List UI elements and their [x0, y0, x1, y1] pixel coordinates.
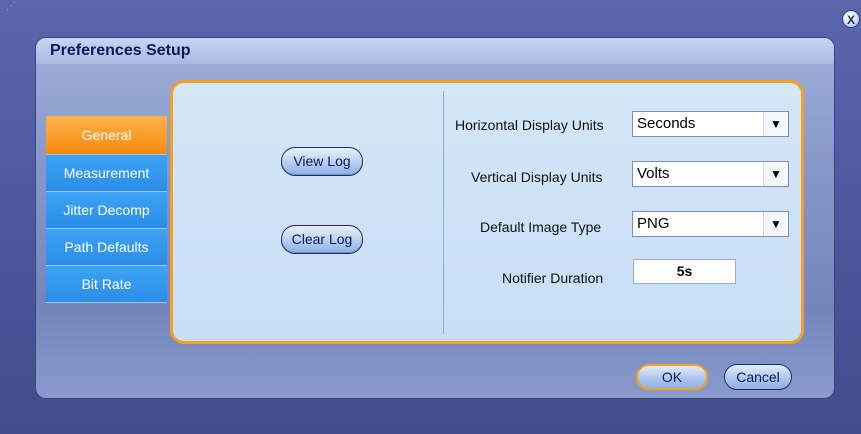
- panel-divider: [443, 91, 444, 334]
- chevron-down-icon[interactable]: ▼: [763, 162, 788, 186]
- chevron-down-icon[interactable]: ▼: [763, 212, 788, 236]
- dialog-title: Preferences Setup: [50, 42, 191, 59]
- image-type-value: PNG: [637, 215, 670, 232]
- notifier-duration-field[interactable]: 5s: [633, 259, 736, 284]
- horizontal-units-value: Seconds: [637, 115, 696, 132]
- cancel-button[interactable]: Cancel: [724, 364, 792, 390]
- chevron-down-icon[interactable]: ▼: [763, 112, 788, 136]
- tab-measurement[interactable]: Measurement: [46, 155, 167, 192]
- ok-button[interactable]: OK: [636, 364, 708, 390]
- tab-general[interactable]: General: [46, 116, 167, 155]
- horizontal-units-label: Horizontal Display Units: [455, 117, 604, 133]
- dialog-titlebar: Preferences Setup: [36, 38, 834, 64]
- tab-path-defaults[interactable]: Path Defaults: [46, 229, 167, 266]
- vertical-units-label: Vertical Display Units: [471, 169, 603, 185]
- tab-list: General Measurement Jitter Decomp Path D…: [46, 116, 167, 303]
- general-settings-panel: View Log Clear Log Horizontal Display Un…: [170, 80, 804, 344]
- tab-jitter-decomp[interactable]: Jitter Decomp: [46, 192, 167, 229]
- vertical-units-value: Volts: [637, 165, 670, 182]
- image-type-label: Default Image Type: [480, 219, 602, 235]
- window-grip-icon[interactable]: ⋰: [6, 2, 20, 16]
- clear-log-button[interactable]: Clear Log: [281, 225, 363, 254]
- image-type-select[interactable]: PNG ▼: [632, 211, 789, 237]
- close-button[interactable]: X: [842, 10, 860, 28]
- horizontal-units-select[interactable]: Seconds ▼: [632, 111, 789, 137]
- tab-bit-rate[interactable]: Bit Rate: [46, 266, 167, 303]
- notifier-duration-label: Notifier Duration: [502, 270, 604, 286]
- vertical-units-select[interactable]: Volts ▼: [632, 161, 789, 187]
- view-log-button[interactable]: View Log: [281, 147, 363, 176]
